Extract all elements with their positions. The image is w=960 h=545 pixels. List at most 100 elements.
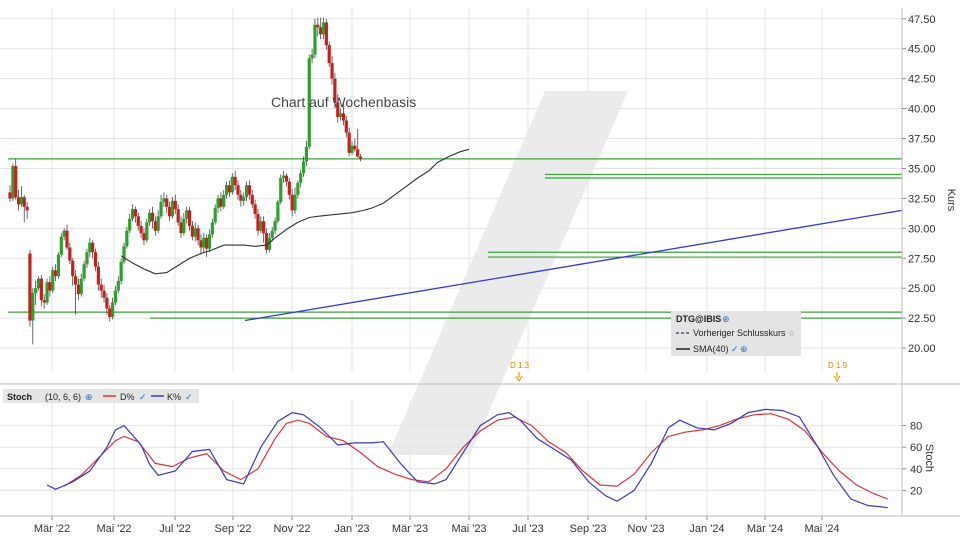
checkmark-icon[interactable]: ✓	[139, 392, 147, 402]
candle-body	[299, 173, 303, 183]
candle-body	[156, 216, 160, 231]
candle-body	[301, 161, 306, 174]
candle-body	[324, 22, 328, 46]
candle-body	[71, 260, 75, 277]
candle-body	[353, 145, 357, 150]
candle-body	[148, 212, 152, 223]
candle-body	[350, 145, 354, 153]
candle-body	[113, 290, 118, 303]
month-tick-label: Mai '23	[451, 523, 486, 535]
candle-body	[176, 209, 180, 223]
candle-body	[153, 221, 157, 231]
candle-body	[102, 290, 106, 298]
candle-body	[205, 237, 209, 249]
candle-body	[196, 228, 200, 241]
candle-body	[11, 166, 15, 199]
price-axis-title: Kurs	[945, 189, 957, 212]
price-tick-label: 35.00	[908, 163, 936, 175]
candle-body	[19, 197, 23, 205]
candle-body	[244, 185, 249, 198]
candle	[56, 252, 61, 279]
candle-body	[276, 201, 280, 222]
candle-body	[290, 194, 294, 211]
candle-body	[190, 225, 194, 237]
candle-body	[179, 222, 183, 234]
candle-body	[119, 261, 123, 281]
price-tick-label: 22.50	[908, 313, 936, 325]
candle-body	[207, 234, 212, 249]
candle-body	[31, 292, 35, 321]
month-tick-label: Sep '22	[215, 523, 252, 535]
candle-body	[225, 185, 229, 195]
stoch-tick-label: 80	[910, 421, 922, 433]
candle	[59, 233, 63, 258]
candle	[28, 249, 32, 327]
candle-body	[230, 176, 234, 193]
candle-body	[28, 253, 32, 321]
candle-body	[170, 200, 175, 217]
candle-body	[150, 212, 155, 222]
candle-body	[8, 192, 12, 199]
month-tick-label: Nov '22	[274, 523, 311, 535]
candle-body	[111, 302, 115, 317]
candle-body	[56, 254, 61, 277]
checkmark-icon[interactable]: ✓	[731, 344, 739, 354]
candle-body	[253, 204, 257, 214]
candle-body	[108, 308, 112, 317]
candle-body	[105, 297, 109, 309]
candle-body	[91, 242, 95, 253]
price-tick-label: 47.50	[908, 14, 936, 26]
stoch-axis-title: Stoch	[923, 444, 935, 472]
candle-body	[168, 206, 172, 217]
candle-body	[279, 178, 283, 202]
candle-body	[76, 284, 80, 295]
candle-body	[210, 222, 214, 235]
candle-body	[313, 24, 317, 55]
candle-body	[45, 282, 49, 303]
candle-body	[222, 194, 226, 207]
candle-body	[25, 206, 29, 211]
candle-body	[233, 176, 237, 186]
candle-body	[162, 198, 166, 202]
candle-body	[88, 242, 92, 253]
candle-body	[122, 246, 126, 262]
candle-body	[133, 209, 137, 217]
candle-body	[296, 182, 300, 195]
candle-body	[356, 149, 360, 157]
candle-body	[62, 230, 66, 237]
candle-body	[247, 185, 251, 195]
candle-body	[219, 198, 223, 207]
price-tick-label: 42.50	[908, 74, 936, 86]
candle-body	[273, 221, 277, 231]
candle-body	[93, 252, 98, 267]
candle	[45, 278, 49, 305]
price-tick-label: 32.50	[908, 193, 936, 205]
price-tick-label: 45.00	[908, 44, 936, 56]
stoch-tick-label: 60	[910, 442, 922, 454]
candle-body	[42, 300, 46, 303]
checkmark-icon[interactable]: ✓	[185, 392, 193, 402]
candle-body	[347, 132, 351, 153]
candle-body	[173, 200, 177, 210]
stoch-title: Stoch	[7, 392, 32, 402]
candle-body	[316, 24, 320, 28]
candle-body	[139, 225, 143, 234]
candle-body	[239, 194, 243, 201]
candle-body	[216, 198, 220, 208]
candle-body	[185, 210, 189, 219]
price-tick-label: 20.00	[908, 343, 936, 355]
candle-body	[96, 266, 100, 285]
candle-body	[165, 198, 169, 207]
month-tick-label: Jul '23	[512, 523, 543, 535]
price-tick-label: 25.00	[908, 283, 936, 295]
month-tick-label: Mai '22	[96, 523, 131, 535]
stoch-d-label: D%	[120, 392, 135, 402]
candle-body	[321, 22, 326, 35]
candle-body	[242, 197, 246, 201]
stoch-legend: Stoch (10, 6, 6) ⊕ D% ✓ K% ✓	[3, 389, 199, 403]
toggle-icon: ○	[789, 328, 794, 338]
month-tick-label: Jan '24	[689, 523, 724, 535]
candle	[51, 266, 55, 293]
stoch-tick-label: 20	[910, 485, 922, 497]
candle-body	[282, 175, 286, 179]
